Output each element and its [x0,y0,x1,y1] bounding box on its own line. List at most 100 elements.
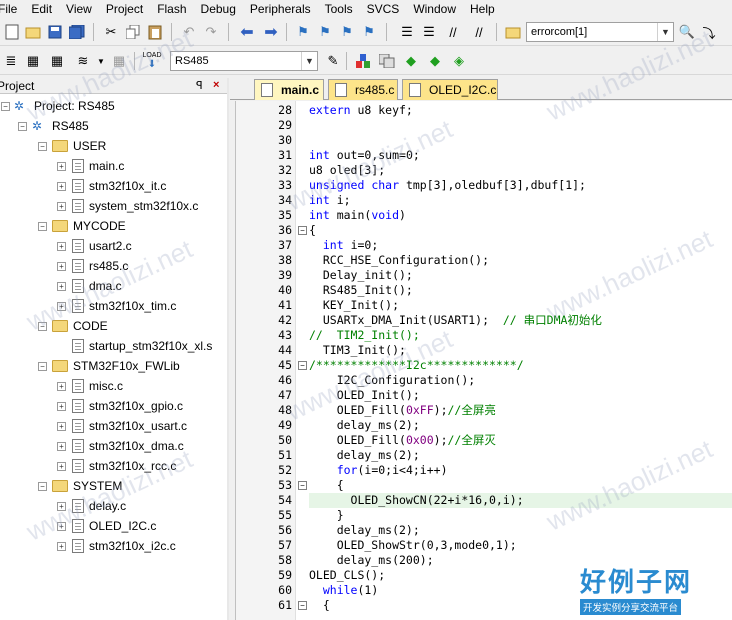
menu-edit[interactable]: Edit [31,2,59,16]
find-combo[interactable]: errorcom[1] ▼ [526,22,674,42]
collapse-icon[interactable]: − [38,222,47,231]
code-editor[interactable]: 28 extern u8 keyf; 29 30 31 int out=0,sum=0; 3… [235,101,732,620]
code-line[interactable]: OLED_Init(); [309,388,420,403]
code-line[interactable]: { [309,223,316,238]
tree-file-item[interactable]: misc.c [72,376,123,396]
code-line[interactable]: Delay_init(); [309,268,413,283]
uncomment-icon[interactable]: // [470,23,488,41]
code-line[interactable]: { [309,478,344,493]
menu-file[interactable]: File [0,2,24,16]
cut-icon[interactable]: ✂ [102,23,120,41]
tree-file-item[interactable]: stm32f10x_usart.c [72,416,187,436]
menu-project[interactable]: Project [106,2,150,16]
tree-file-item[interactable]: stm32f10x_i2c.c [72,536,176,556]
save-icon[interactable] [46,23,64,41]
new-file-icon[interactable] [3,23,21,41]
code-line[interactable]: delay_ms(2); [309,523,420,538]
menu-view[interactable]: View [66,2,99,16]
build-icon[interactable]: ▦ [24,52,42,70]
code-line[interactable]: RCC_HSE_Configuration(); [309,253,489,268]
code-line[interactable]: TIM3_Init(); [309,343,406,358]
manage-project-icon[interactable] [354,52,372,70]
code-line[interactable]: // TIM2_Init(); [309,328,420,343]
nav-forward-icon[interactable]: ➡ [262,23,280,41]
tree-file-item[interactable]: system_stm32f10x.c [72,196,198,216]
green-diamond-icon[interactable]: ◆ [402,52,420,70]
rebuild-icon[interactable]: ▦ [48,52,66,70]
expand-icon[interactable]: + [57,422,66,431]
code-line[interactable]: I2C_Configuration(); [309,373,475,388]
paste-icon[interactable] [146,23,164,41]
tree-target-item[interactable]: ✲ RS485 [32,116,89,136]
code-line[interactable]: OLED_Fill(0xFF);//全屏亮 [309,403,496,418]
tree-file-item[interactable]: stm32f10x_dma.c [72,436,184,456]
expand-icon[interactable]: + [57,182,66,191]
project-panel-scrollbar[interactable] [227,78,229,620]
copy-project-icon[interactable] [378,52,396,70]
unindent-icon[interactable]: ☰ [420,23,438,41]
tree-group-item[interactable]: STM32F10x_FWLib [52,356,180,376]
next-bookmark-icon[interactable]: ⚑ [338,23,356,41]
code-line[interactable]: extern u8 keyf; [309,103,413,118]
expand-icon[interactable]: + [57,402,66,411]
code-line[interactable]: delay_ms(2); [309,448,420,463]
redo-icon[interactable]: ↷ [202,23,220,41]
collapse-icon[interactable]: − [38,482,47,491]
incremental-find-icon[interactable]: ⤵ [700,23,718,41]
code-line[interactable]: unsigned char tmp[3],oledbuf[3],dbuf[1]; [309,178,586,193]
expand-icon[interactable]: + [57,522,66,531]
find-icon[interactable]: 🔍 [678,23,696,41]
pin-icon[interactable]: ꟼ [196,79,203,92]
expand-icon[interactable]: + [57,262,66,271]
collapse-icon[interactable]: − [38,362,47,371]
code-line[interactable]: } [309,508,344,523]
menu-svcs[interactable]: SVCS [367,2,407,16]
fold-toggle-icon[interactable]: − [298,361,307,370]
tree-group-item[interactable]: MYCODE [52,216,126,236]
menu-help[interactable]: Help [470,2,502,16]
tab-oled-i2c-c[interactable]: OLED_I2C.c [402,79,498,100]
bookmark-icon[interactable]: ⚑ [294,23,312,41]
indent-icon[interactable]: ☰ [398,23,416,41]
rte-icon[interactable]: ◈ [450,52,468,70]
tree-file-item[interactable]: usart2.c [72,236,132,256]
code-line[interactable]: delay_ms(200); [309,553,434,568]
open-folder-icon[interactable] [24,23,42,41]
tree-file-item[interactable]: dma.c [72,276,122,296]
prev-bookmark-icon[interactable]: ⚑ [316,23,334,41]
expand-icon[interactable]: + [57,542,66,551]
expand-icon[interactable]: + [57,282,66,291]
code-line[interactable]: int i=0; [309,238,378,253]
tab-main-c[interactable]: main.c [254,79,324,100]
expand-icon[interactable]: + [57,202,66,211]
expand-icon[interactable]: + [57,242,66,251]
translate-icon[interactable]: ≣ [2,52,20,70]
chevron-down-icon[interactable]: ▼ [657,23,673,41]
tree-file-item[interactable]: stm32f10x_rcc.c [72,456,176,476]
nav-back-icon[interactable]: ⬅ [238,23,256,41]
code-line[interactable]: /*************I2c*************/ [309,358,524,373]
menu-window[interactable]: Window [413,2,463,16]
collapse-icon[interactable]: − [18,122,27,131]
tree-file-item[interactable]: delay.c [72,496,126,516]
load-icon[interactable]: LOAD ⬇ [142,52,162,70]
undo-icon[interactable]: ↶ [180,23,198,41]
code-line[interactable]: OLED_ShowStr(0,3,mode0,1); [309,538,517,553]
tree-group-item[interactable]: SYSTEM [52,476,122,496]
code-line[interactable]: OLED_ShowCN(22+i*16,0,i); [309,493,524,508]
fold-toggle-icon[interactable]: − [298,481,307,490]
menu-tools[interactable]: Tools [325,2,360,16]
tab-rs485-c[interactable]: rs485.c [328,79,398,100]
code-line[interactable]: USARTx_DMA_Init(USART1); // 串口DMA初始化 [309,313,602,328]
code-line[interactable]: int out=0,sum=0; [309,148,420,163]
tree-file-item[interactable]: OLED_I2C.c [72,516,156,536]
tree-file-item[interactable]: startup_stm32f10x_xl.s [72,336,212,356]
target-combo[interactable]: RS485 ▼ [170,51,318,71]
copy-icon[interactable] [124,23,142,41]
target-options-icon[interactable]: ✎ [324,52,342,70]
code-line[interactable]: OLED_Fill(0x00);//全屏灭 [309,433,496,448]
collapse-icon[interactable]: − [38,322,47,331]
code-line[interactable]: u8 oled[3]; [309,163,385,178]
tree-group-item[interactable]: USER [52,136,106,156]
code-line[interactable]: delay_ms(2); [309,418,420,433]
